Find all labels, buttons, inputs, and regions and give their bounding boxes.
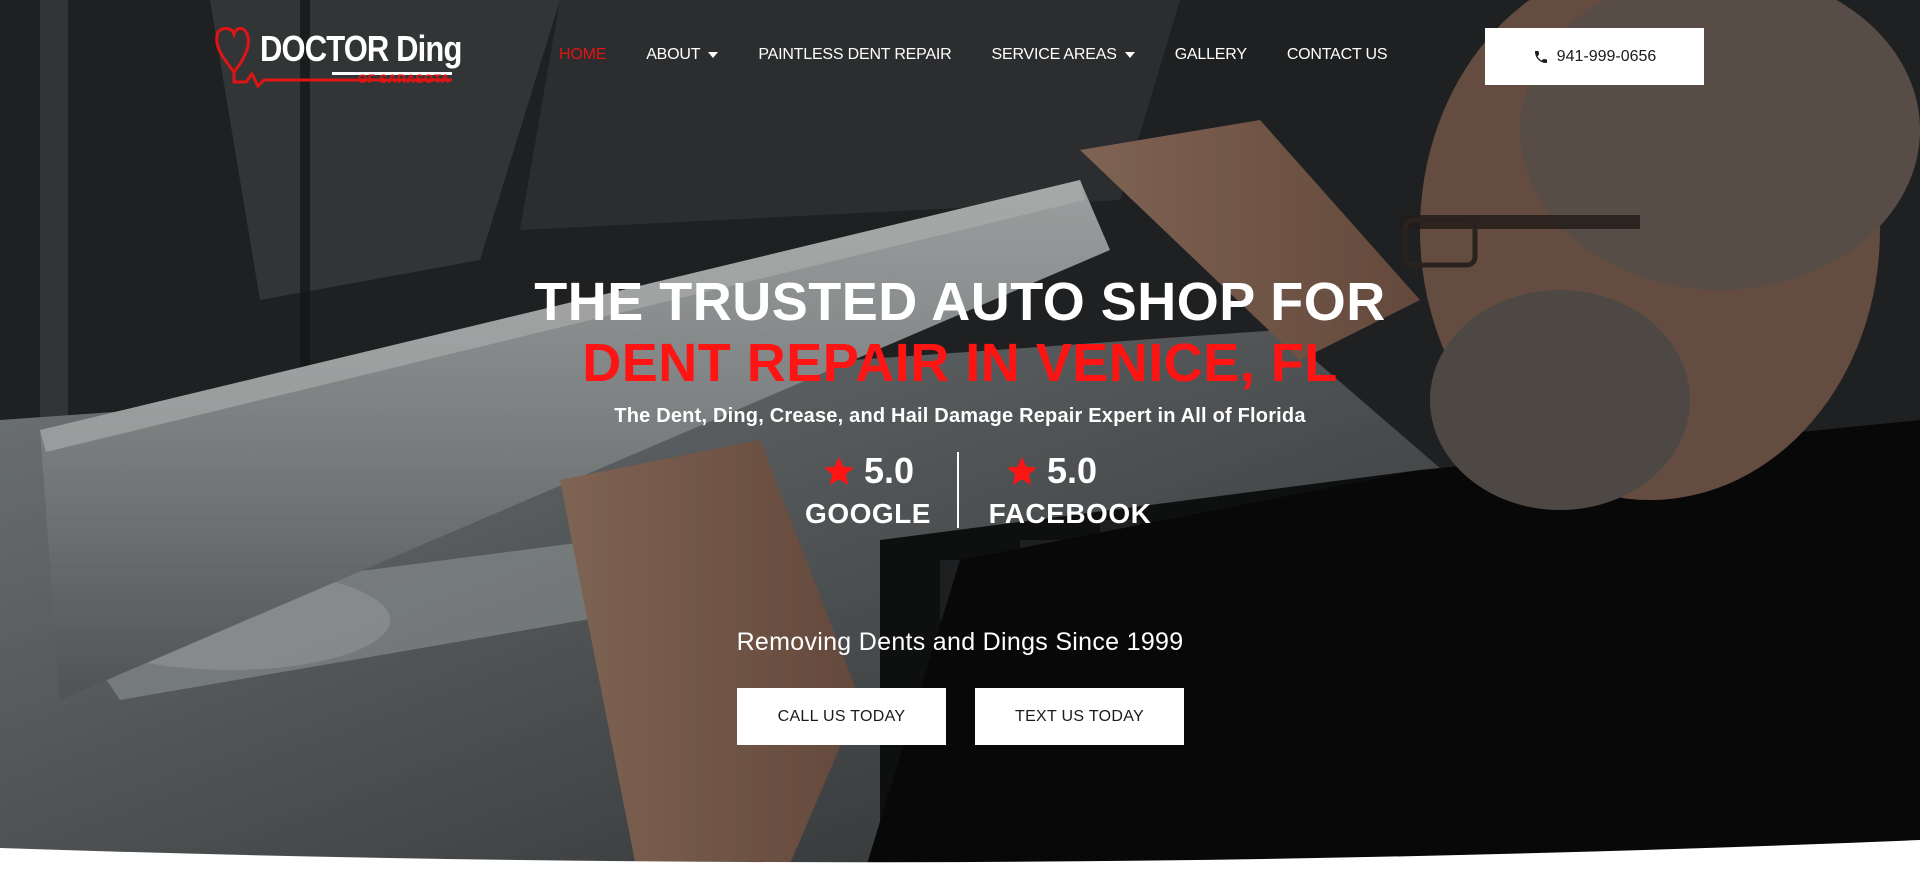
nav-item-paintless-dent-repair[interactable]: PAINTLESS DENT REPAIR bbox=[758, 46, 951, 64]
nav-item-label: CONTACT US bbox=[1286, 46, 1388, 63]
rating-score: 5.0 bbox=[1047, 450, 1098, 491]
hero-section: DOCTOR Ding OF SARASOTA HOME ABOUT PAINT… bbox=[0, 0, 1920, 887]
main-nav: HOME ABOUT PAINTLESS DENT REPAIR SERVICE… bbox=[559, 46, 1427, 64]
nav-item-contact-us[interactable]: CONTACT US bbox=[1287, 46, 1388, 64]
caret-down-icon bbox=[708, 52, 719, 58]
text-us-button[interactable]: TEXT US TODAY bbox=[975, 688, 1184, 745]
nav-item-gallery[interactable]: GALLERY bbox=[1175, 46, 1247, 64]
phone-icon bbox=[1534, 50, 1547, 63]
rating-google: 5.0 GOOGLE bbox=[798, 450, 938, 530]
call-us-button[interactable]: CALL US TODAY bbox=[737, 688, 946, 745]
headline-line-1: THE TRUSTED AUTO SHOP FOR bbox=[534, 272, 1386, 332]
ratings-divider bbox=[957, 452, 959, 528]
nav-item-label: HOME bbox=[559, 46, 607, 63]
section-divider-wave bbox=[0, 840, 1920, 887]
phone-number: 941-999-0656 bbox=[1556, 47, 1657, 65]
nav-item-label: GALLERY bbox=[1174, 46, 1247, 63]
nav-item-label: PAINTLESS DENT REPAIR bbox=[758, 46, 952, 63]
nav-item-label: ABOUT bbox=[646, 46, 701, 63]
hero-tagline: The Dent, Ding, Crease, and Hail Damage … bbox=[614, 405, 1306, 427]
star-icon bbox=[1007, 456, 1037, 486]
logo-subtext: OF SARASOTA bbox=[358, 72, 450, 86]
ratings-row: 5.0 GOOGLE 5.0 FACEBOOK bbox=[0, 450, 1920, 530]
star-icon bbox=[824, 456, 854, 486]
nav-item-label: SERVICE AREAS bbox=[991, 46, 1117, 63]
rating-score: 5.0 bbox=[863, 450, 915, 491]
hero-dark-overlay bbox=[0, 0, 1920, 887]
nav-item-about[interactable]: ABOUT bbox=[646, 46, 719, 64]
nav-item-home[interactable]: HOME bbox=[559, 46, 606, 64]
since-1999-text: Removing Dents and Dings Since 1999 bbox=[736, 628, 1184, 656]
rating-source: FACEBOOK bbox=[988, 498, 1152, 529]
hero-headline: THE TRUSTED AUTO SHOP FOR DENT REPAIR IN… bbox=[0, 272, 1920, 394]
logo-wordmark: DOCTOR Ding bbox=[260, 28, 462, 69]
headline-line-2: DENT REPAIR IN VENICE, FL bbox=[582, 333, 1338, 393]
caret-down-icon bbox=[1124, 52, 1135, 58]
site-logo[interactable]: DOCTOR Ding OF SARASOTA bbox=[212, 24, 462, 92]
nav-item-service-areas[interactable]: SERVICE AREAS bbox=[992, 46, 1135, 64]
phone-call-button[interactable]: 941-999-0656 bbox=[1485, 28, 1704, 85]
rating-facebook: 5.0 FACEBOOK bbox=[980, 450, 1160, 530]
rating-source: GOOGLE bbox=[805, 498, 931, 529]
